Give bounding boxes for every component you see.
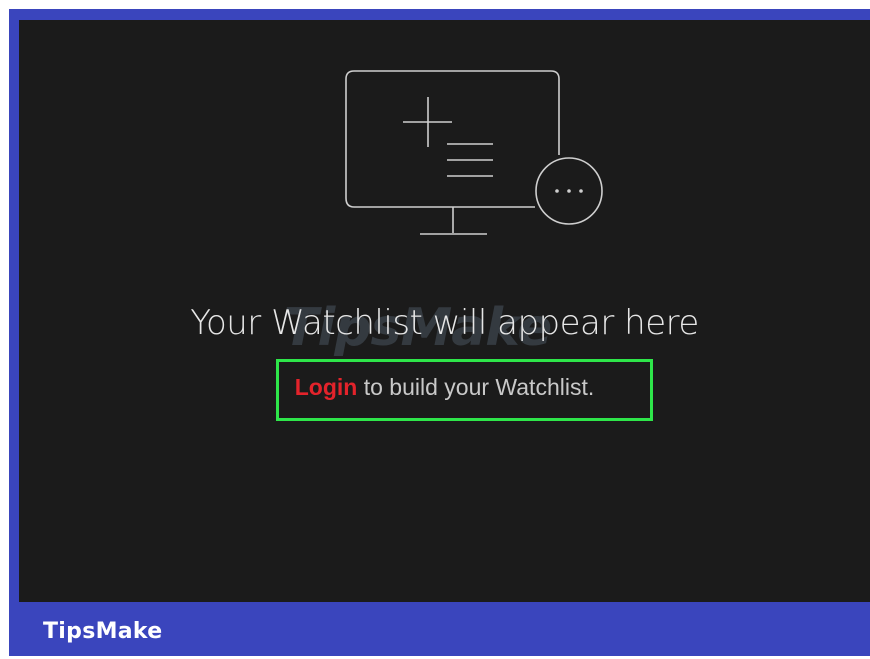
monitor-icon bbox=[345, 70, 560, 235]
page-title: Your Watchlist will appear here bbox=[190, 303, 699, 343]
login-prompt: Login to build your Watchlist. bbox=[19, 374, 870, 401]
add-list-icon bbox=[403, 97, 493, 177]
login-link[interactable]: Login bbox=[295, 374, 358, 400]
more-options-icon bbox=[535, 157, 603, 225]
empty-watchlist-illustration bbox=[345, 70, 603, 235]
brand-logo: TipsMake bbox=[43, 619, 163, 644]
login-prompt-text: to build your Watchlist. bbox=[357, 374, 595, 400]
